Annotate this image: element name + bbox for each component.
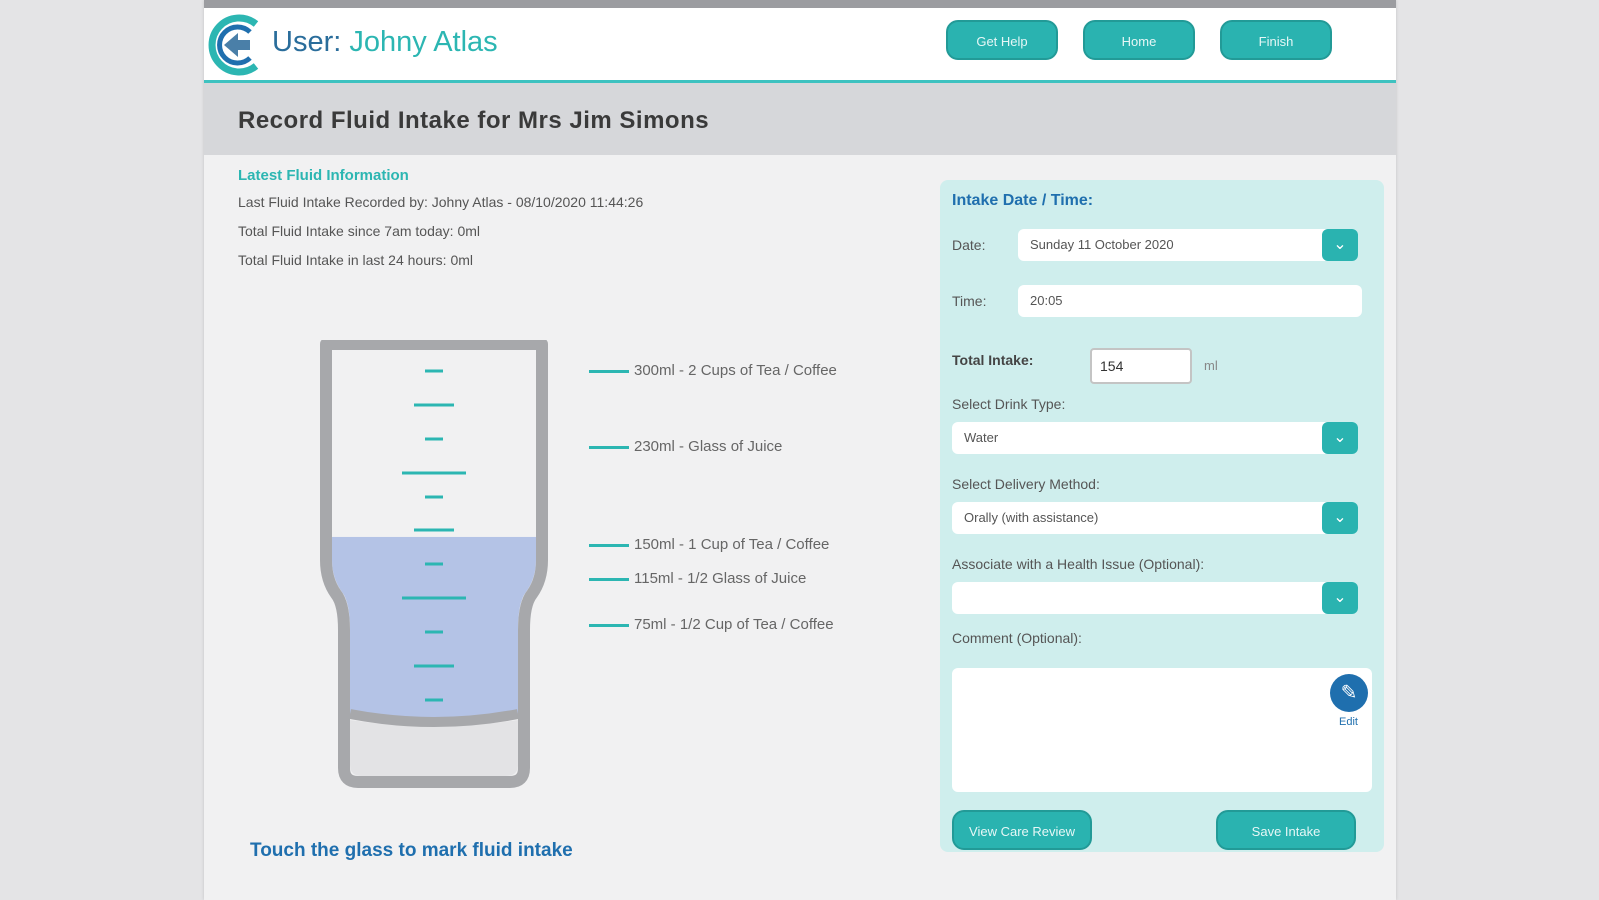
save-intake-button[interactable]: Save Intake (1216, 810, 1356, 850)
tick-mark (425, 698, 443, 702)
intake-datetime-title: Intake Date / Time: (952, 192, 1094, 209)
get-help-button[interactable]: Get Help (946, 20, 1058, 60)
drink-type-value: Water (964, 430, 999, 445)
user-name: Johny Atlas (349, 26, 498, 58)
health-issue-select[interactable]: ⌄ (952, 582, 1358, 614)
header: User: Johny Atlas Get Help Home Finish (204, 8, 1396, 83)
home-button[interactable]: Home (1083, 20, 1195, 60)
time-value: 20:05 (1030, 293, 1063, 308)
marker-line[interactable] (589, 577, 629, 581)
user-prefix: User: (272, 26, 342, 58)
view-care-review-button[interactable]: View Care Review (952, 810, 1092, 850)
logo-back-icon[interactable] (204, 12, 270, 78)
comment-textarea[interactable]: ✎ Edit (952, 668, 1372, 792)
tick-mark (425, 630, 443, 634)
date-select[interactable]: Sunday 11 October 2020 ⌄ (1018, 229, 1358, 261)
marker-line[interactable] (589, 445, 629, 449)
marker-line[interactable] (589, 369, 629, 373)
touch-hint: Touch the glass to mark fluid intake (250, 840, 573, 861)
tick-mark (425, 495, 443, 499)
drink-type-select[interactable]: Water ⌄ (952, 422, 1358, 454)
chevron-down-icon[interactable]: ⌄ (1322, 582, 1358, 614)
app-window: User: Johny Atlas Get Help Home Finish R… (204, 0, 1396, 900)
marker-label[interactable]: 230ml - Glass of Juice (634, 438, 782, 455)
chevron-down-icon[interactable]: ⌄ (1322, 422, 1358, 454)
delivery-method-label: Select Delivery Method: (952, 476, 1100, 492)
tick-mark (402, 596, 466, 600)
health-issue-label: Associate with a Health Issue (Optional)… (952, 556, 1205, 572)
edit-label: Edit (1339, 716, 1358, 728)
marker-label[interactable]: 150ml - 1 Cup of Tea / Coffee (634, 536, 829, 553)
chevron-down-icon[interactable]: ⌄ (1322, 229, 1358, 261)
tick-mark (402, 471, 466, 475)
date-value: Sunday 11 October 2020 (1030, 237, 1174, 252)
total-intake-unit: ml (1204, 358, 1218, 373)
total-intake-input[interactable]: 154 (1090, 348, 1192, 384)
tick-mark (414, 528, 454, 532)
marker-label[interactable]: 300ml - 2 Cups of Tea / Coffee (634, 362, 837, 379)
date-label: Date: (952, 237, 986, 253)
delivery-method-value: Orally (with assistance) (964, 510, 1099, 525)
total-intake-label: Total Intake: (952, 352, 1034, 368)
last-24h-text: Total Fluid Intake in last 24 hours: 0ml (238, 252, 474, 268)
user-label: User: Johny Atlas (272, 26, 498, 59)
page-title: Record Fluid Intake for Mrs Jim Simons (238, 107, 710, 134)
drink-type-label: Select Drink Type: (952, 396, 1066, 412)
tick-mark (425, 562, 443, 566)
tick-mark (414, 403, 454, 407)
edit-icon[interactable]: ✎ (1330, 674, 1368, 712)
top-strip (204, 0, 1396, 8)
title-bar: Record Fluid Intake for Mrs Jim Simons (204, 83, 1396, 155)
measuring-glass[interactable] (304, 340, 564, 790)
intake-panel: Intake Date / Time: Date: Sunday 11 Octo… (940, 180, 1384, 852)
last-recorded-text: Last Fluid Intake Recorded by: Johny Atl… (238, 194, 644, 210)
finish-button[interactable]: Finish (1220, 20, 1332, 60)
time-label: Time: (952, 293, 987, 309)
tick-mark (425, 437, 443, 441)
tick-mark (414, 664, 454, 668)
tick-mark (425, 369, 443, 373)
marker-line[interactable] (589, 623, 629, 627)
marker-label[interactable]: 115ml - 1/2 Glass of Juice (634, 570, 806, 587)
glass-base (350, 720, 518, 776)
time-field[interactable]: 20:05 (1018, 285, 1362, 317)
marker-label[interactable]: 75ml - 1/2 Cup of Tea / Coffee (634, 616, 834, 633)
latest-info-title: Latest Fluid Information (238, 167, 409, 184)
marker-line[interactable] (589, 543, 629, 547)
comment-label: Comment (Optional): (952, 630, 1082, 646)
delivery-method-select[interactable]: Orally (with assistance) ⌄ (952, 502, 1358, 534)
chevron-down-icon[interactable]: ⌄ (1322, 502, 1358, 534)
since-7am-text: Total Fluid Intake since 7am today: 0ml (238, 223, 481, 239)
